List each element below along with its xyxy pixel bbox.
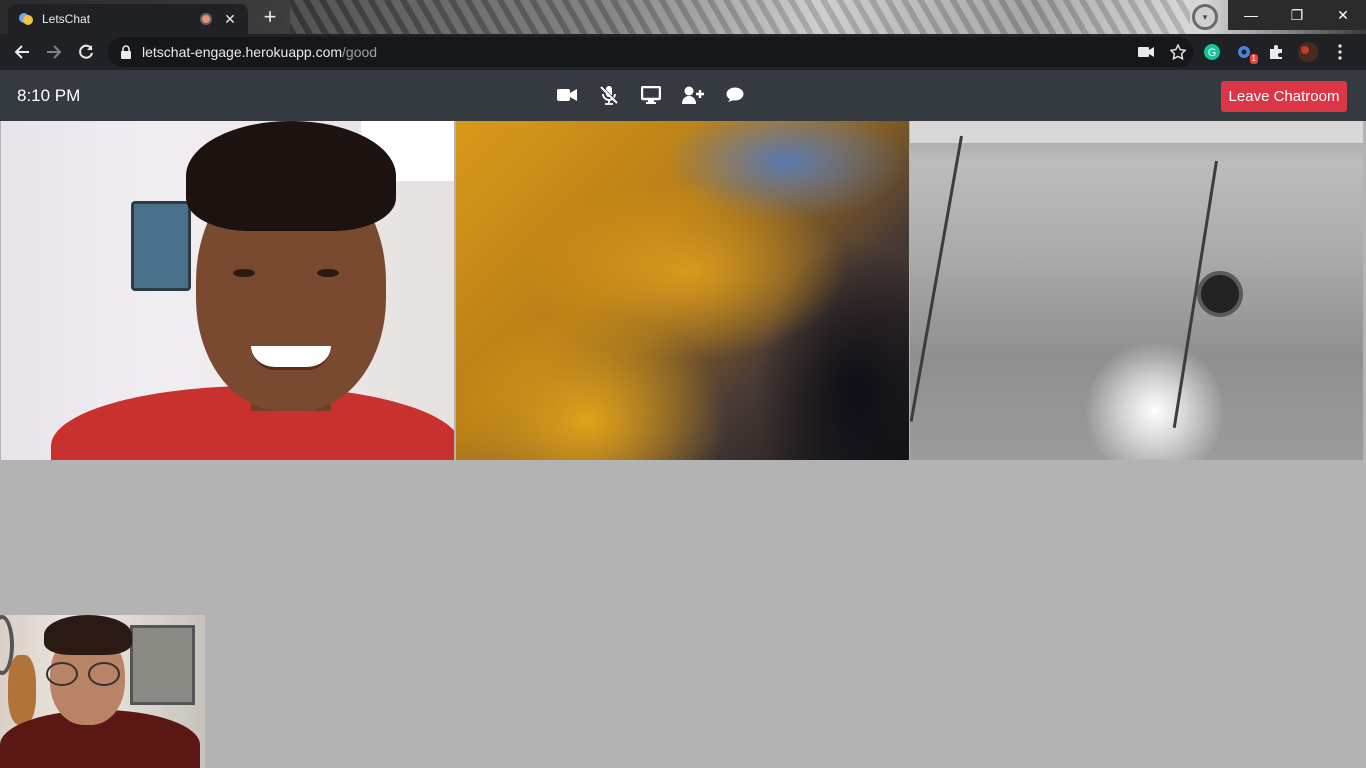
tab-close-button[interactable]: ✕ [222,11,238,27]
letschat-favicon-icon [18,11,34,27]
window-restore-button[interactable]: ❐ [1274,0,1320,30]
browser-menu-icon[interactable] [1328,40,1352,64]
extensions-puzzle-icon[interactable] [1264,40,1288,64]
leave-chatroom-button[interactable]: Leave Chatroom [1221,81,1347,112]
forward-button[interactable] [38,36,70,68]
extension-gear-icon[interactable]: 1 [1232,40,1258,64]
extensions-area: G 1 [1200,34,1352,70]
self-glasses-left [46,662,78,686]
person-eye-right [317,269,339,277]
svg-text:G: G [1208,47,1217,59]
window-minimize-button[interactable]: — [1228,0,1274,30]
call-controls [556,84,746,106]
local-video [0,615,205,768]
browser-theme-background [290,0,1190,34]
chatroom-header: 8:10 PM Leave Chatroom [0,70,1366,121]
chat-button[interactable] [724,84,746,106]
arrow-right-icon [47,45,62,59]
tab-search-icon[interactable]: ▾ [1192,4,1218,30]
user-plus-icon [682,86,704,104]
reload-button[interactable] [70,36,102,68]
self-hair [44,615,132,655]
self-glasses-right [88,662,120,686]
background-shelf [130,625,195,705]
tab-title: LetsChat [42,12,91,26]
bookmark-star-icon[interactable] [1162,44,1194,60]
chat-bubble-icon [726,87,744,102]
participant-video-1 [1,121,454,460]
person-eye-left [233,269,255,277]
recording-indicator-icon [200,13,212,25]
window-close-button[interactable]: ✕ [1320,0,1366,30]
monitor-icon [641,86,661,104]
address-bar[interactable]: letschat-engage.herokuapp.com/good [108,37,1194,67]
extension-badge: 1 [1249,54,1258,64]
participant-video-2 [456,121,909,460]
ceiling-beam [910,121,1363,143]
current-time: 8:10 PM [17,86,81,105]
mic-toggle-button[interactable] [598,84,620,106]
url-host: letschat-engage.herokuapp.com [142,44,343,60]
screen-share-button[interactable] [640,84,662,106]
person-hair [186,121,396,231]
person-smile [251,346,331,370]
url-path: /good [342,44,378,60]
arrow-left-icon [14,45,29,59]
lock-icon [120,45,132,59]
mic-off-icon [600,85,619,105]
grammarly-extension-icon[interactable]: G [1200,40,1224,64]
ceiling-wire [910,135,963,422]
switchboard [131,201,191,291]
browser-tab-letschat[interactable]: LetsChat ✕ [8,4,248,34]
reload-icon [79,44,93,59]
participant-video-3 [910,121,1363,460]
new-tab-button[interactable]: + [256,4,284,32]
profile-avatar[interactable] [1296,40,1320,64]
browser-toolbar: letschat-engage.herokuapp.com/good [0,34,1366,70]
camera-in-use-icon[interactable] [1130,46,1162,58]
browser-tab-strip: LetsChat ✕ + ▾ — ❐ ✕ [0,0,1366,34]
video-toggle-button[interactable] [556,84,578,106]
ceiling-fixture [1197,271,1243,317]
background-toy [8,655,36,725]
back-button[interactable] [6,36,38,68]
add-participant-button[interactable] [682,84,704,106]
video-icon [557,89,577,101]
